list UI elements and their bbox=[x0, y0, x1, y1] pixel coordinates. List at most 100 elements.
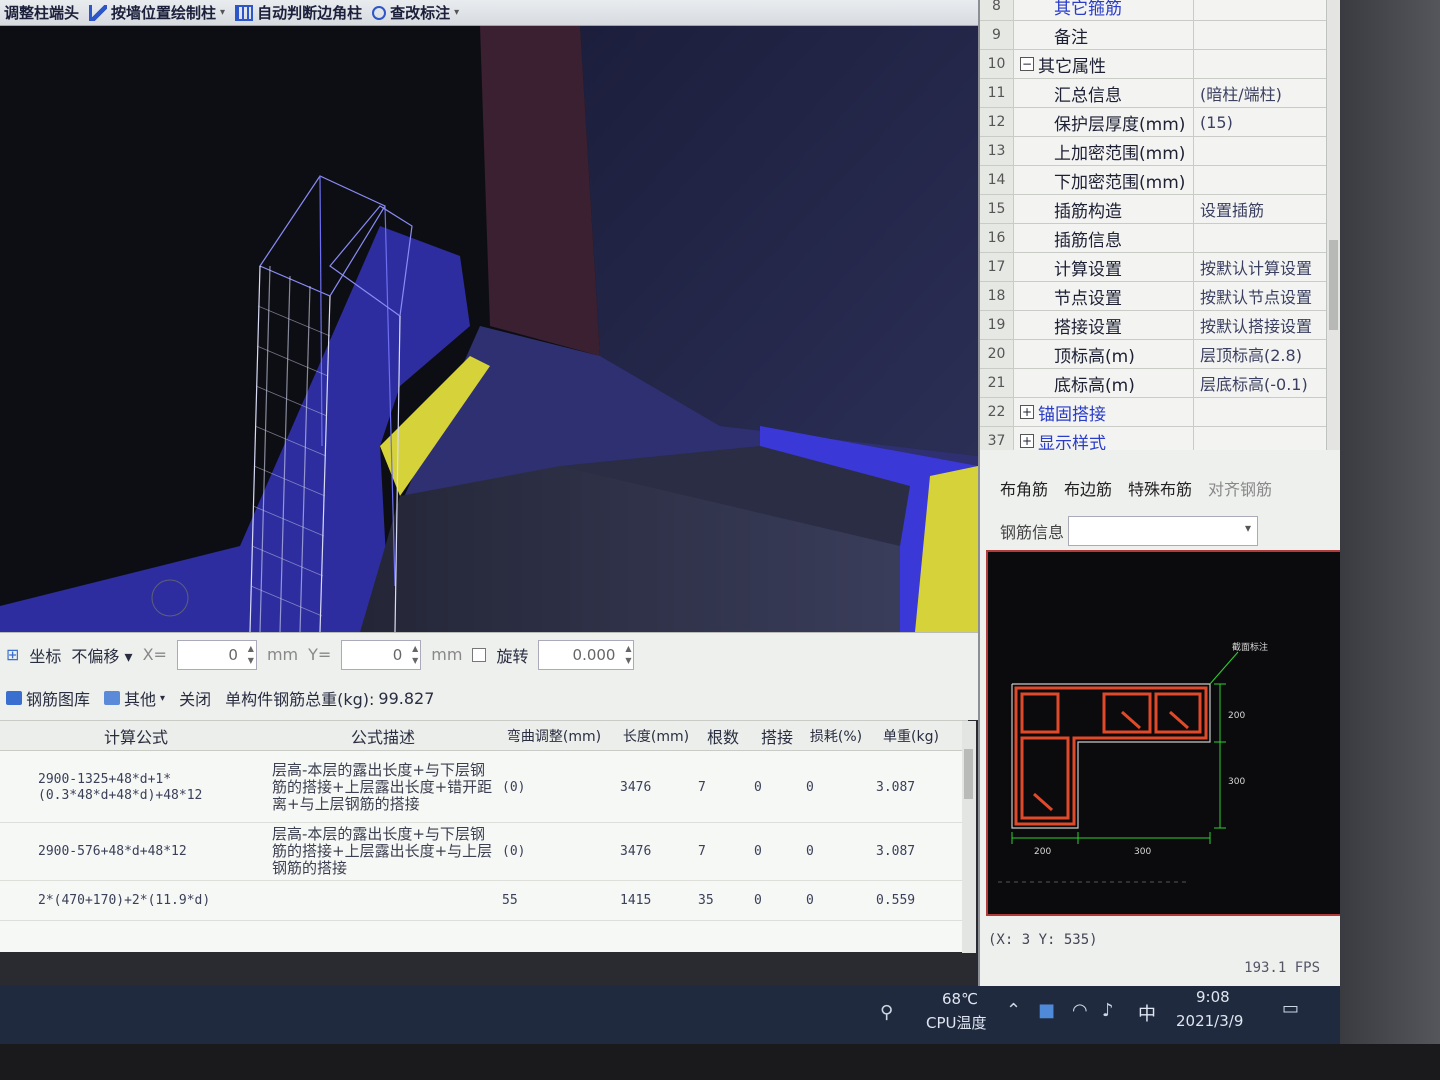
formula-cell[interactable]: 2*(470+170)+2*(11.9*d) bbox=[0, 893, 272, 909]
table-scrollbar[interactable] bbox=[962, 721, 976, 953]
row-number: 10 bbox=[980, 50, 1014, 78]
3d-viewport[interactable] bbox=[0, 26, 978, 632]
notification-icon[interactable]: ▭ bbox=[1282, 998, 1299, 1019]
chevron-down-icon[interactable]: ▾ bbox=[454, 7, 459, 18]
table-row[interactable]: 2900-576+48*d+48*12 层高-本层的露出长度+与下层钢筋的搭接+… bbox=[0, 823, 968, 881]
expand-icon[interactable]: + bbox=[1020, 405, 1034, 419]
spinner-icon[interactable]: ▲ ▼ bbox=[412, 643, 418, 667]
edit-annotation-button[interactable]: 查改标注 ▾ bbox=[372, 2, 459, 23]
property-value[interactable]: 按默认搭接设置 bbox=[1194, 313, 1342, 337]
rotate-checkbox[interactable] bbox=[472, 647, 487, 662]
draw-column-by-wall-button[interactable]: 按墙位置绘制柱 ▾ bbox=[89, 2, 225, 23]
x-input[interactable]: 0 ▲ ▼ bbox=[176, 639, 257, 670]
collapse-icon[interactable]: − bbox=[1020, 57, 1034, 71]
property-value[interactable]: 按默认节点设置 bbox=[1194, 284, 1342, 308]
lap-cell[interactable]: 0 bbox=[748, 844, 800, 859]
auto-detect-corner-column-button[interactable]: 自动判断边角柱 bbox=[235, 2, 362, 23]
length-cell[interactable]: 3476 bbox=[606, 780, 692, 795]
adjust-column-end-button[interactable]: 调整柱端头 bbox=[4, 2, 79, 23]
property-row[interactable]: 15 插筋构造 设置插筋 bbox=[980, 195, 1342, 224]
formula-cell[interactable]: 2900-1325+48*d+1*(0.3*48*d+48*d)+48*12 bbox=[0, 772, 272, 804]
property-row[interactable]: 9 备注 bbox=[980, 21, 1342, 50]
spinner-icon[interactable]: ▲ ▼ bbox=[625, 643, 631, 667]
other-dropdown[interactable]: 其他 ▾ bbox=[104, 686, 165, 710]
column-header[interactable]: 计算公式 bbox=[0, 724, 272, 748]
column-header[interactable]: 长度(mm) bbox=[606, 726, 692, 746]
property-row[interactable]: 20 顶标高(m) 层顶标高(2.8) bbox=[980, 340, 1342, 369]
length-cell[interactable]: 3476 bbox=[606, 844, 692, 859]
chevron-down-icon[interactable]: ▾ bbox=[220, 7, 225, 18]
rotate-input[interactable]: 0.000 ▲ ▼ bbox=[538, 639, 635, 670]
property-row[interactable]: 14 下加密范围(mm) bbox=[980, 166, 1342, 195]
property-scrollbar[interactable] bbox=[1326, 0, 1340, 450]
offset-dropdown[interactable]: 不偏移 ▾ bbox=[71, 643, 132, 667]
property-value[interactable]: (15) bbox=[1194, 113, 1342, 132]
people-icon[interactable]: ⚲ bbox=[880, 1002, 893, 1023]
property-row[interactable]: 21 底标高(m) 层底标高(-0.1) bbox=[980, 369, 1342, 398]
loss-cell[interactable]: 0 bbox=[800, 844, 866, 859]
rotate-label: 旋转 bbox=[496, 646, 529, 666]
lap-cell[interactable]: 0 bbox=[748, 893, 800, 908]
property-row[interactable]: 16 插筋信息 bbox=[980, 224, 1342, 253]
property-row[interactable]: 18 节点设置 按默认节点设置 bbox=[980, 282, 1342, 311]
property-value[interactable]: 层底标高(-0.1) bbox=[1194, 371, 1342, 395]
property-row[interactable]: 12 保护层厚度(mm) (15) bbox=[980, 108, 1342, 137]
column-header[interactable]: 公式描述 bbox=[272, 724, 494, 748]
property-name: 搭接设置 bbox=[1014, 311, 1194, 339]
property-value[interactable]: 设置插筋 bbox=[1194, 197, 1342, 221]
table-row[interactable]: 2900-1325+48*d+1*(0.3*48*d+48*d)+48*12 层… bbox=[0, 753, 968, 823]
rebar-info-select[interactable] bbox=[1068, 516, 1259, 546]
length-cell[interactable]: 1415 bbox=[606, 893, 692, 908]
tab-corner-rebar[interactable]: 布角筋 bbox=[1000, 476, 1048, 500]
property-row[interactable]: 19 搭接设置 按默认搭接设置 bbox=[980, 311, 1342, 340]
bend-cell[interactable]: (0) bbox=[494, 780, 606, 795]
count-cell[interactable]: 7 bbox=[692, 844, 748, 859]
count-cell[interactable]: 7 bbox=[692, 780, 748, 795]
property-row[interactable]: 17 计算设置 按默认计算设置 bbox=[980, 253, 1342, 282]
spinner-icon[interactable]: ▲ ▼ bbox=[248, 643, 254, 667]
wifi-icon[interactable]: ◠ bbox=[1072, 1000, 1088, 1021]
count-cell[interactable]: 35 bbox=[692, 893, 748, 908]
description-cell[interactable]: 层高-本层的露出长度+与下层钢筋的搭接+上层露出长度+错开距离+与上层钢筋的搭接 bbox=[272, 762, 494, 813]
close-button[interactable]: 关闭 bbox=[179, 686, 211, 710]
bend-cell[interactable]: (0) bbox=[494, 844, 606, 859]
expand-icon[interactable]: + bbox=[1020, 434, 1034, 448]
property-row[interactable]: 8 其它箍筋 bbox=[980, 0, 1342, 21]
formula-cell[interactable]: 2900-576+48*d+48*12 bbox=[0, 844, 272, 860]
weight-cell[interactable]: 3.087 bbox=[866, 780, 946, 795]
property-value[interactable]: 层顶标高(2.8) bbox=[1194, 342, 1342, 366]
description-cell[interactable]: 层高-本层的露出长度+与下层钢筋的搭接+上层露出长度+与上层钢筋的搭接 bbox=[272, 826, 494, 877]
property-row[interactable]: 22 + 锚固搭接 bbox=[980, 398, 1342, 427]
clock-time[interactable]: 9:08 bbox=[1196, 988, 1230, 1006]
tab-align-rebar[interactable]: 对齐钢筋 bbox=[1208, 476, 1272, 500]
section-drawing-canvas[interactable]: 200 300 200 300 截面标注 bbox=[986, 550, 1348, 916]
property-row[interactable]: 10 − 其它属性 bbox=[980, 50, 1342, 79]
loss-cell[interactable]: 0 bbox=[800, 893, 866, 908]
tab-special-rebar[interactable]: 特殊布筋 bbox=[1128, 476, 1192, 500]
clock-date[interactable]: 2021/3/9 bbox=[1176, 1012, 1243, 1030]
volume-muted-icon[interactable]: ♪ bbox=[1102, 1000, 1114, 1021]
column-header[interactable]: 搭接 bbox=[748, 724, 800, 748]
tab-edge-rebar[interactable]: 布边筋 bbox=[1064, 476, 1112, 500]
table-row[interactable]: 2*(470+170)+2*(11.9*d) 55 1415 35 0 0 0.… bbox=[0, 881, 968, 921]
chevron-up-icon[interactable]: ⌃ bbox=[1006, 1000, 1021, 1021]
lap-cell[interactable]: 0 bbox=[748, 780, 800, 795]
property-row[interactable]: 13 上加密范围(mm) bbox=[980, 137, 1342, 166]
ime-indicator[interactable]: 中 bbox=[1138, 1000, 1156, 1026]
weight-cell[interactable]: 0.559 bbox=[866, 893, 946, 908]
column-header[interactable]: 根数 bbox=[692, 724, 748, 748]
y-input[interactable]: 0 ▲ ▼ bbox=[341, 639, 422, 670]
scrollbar-thumb[interactable] bbox=[1329, 240, 1338, 330]
property-row[interactable]: 11 汇总信息 (暗柱/端柱) bbox=[980, 79, 1342, 108]
property-value[interactable]: 按默认计算设置 bbox=[1194, 255, 1342, 279]
column-header[interactable]: 损耗(%) bbox=[800, 726, 866, 746]
rebar-library-button[interactable]: 钢筋图库 bbox=[6, 686, 90, 710]
column-header[interactable]: 弯曲调整(mm) bbox=[494, 726, 606, 746]
column-header[interactable]: 单重(kg) bbox=[866, 726, 946, 746]
property-value[interactable]: (暗柱/端柱) bbox=[1194, 81, 1342, 105]
weight-cell[interactable]: 3.087 bbox=[866, 844, 946, 859]
app-tray-icon[interactable]: ■ bbox=[1038, 1000, 1055, 1021]
bend-cell[interactable]: 55 bbox=[494, 893, 606, 908]
loss-cell[interactable]: 0 bbox=[800, 780, 866, 795]
scrollbar-thumb[interactable] bbox=[964, 749, 973, 799]
